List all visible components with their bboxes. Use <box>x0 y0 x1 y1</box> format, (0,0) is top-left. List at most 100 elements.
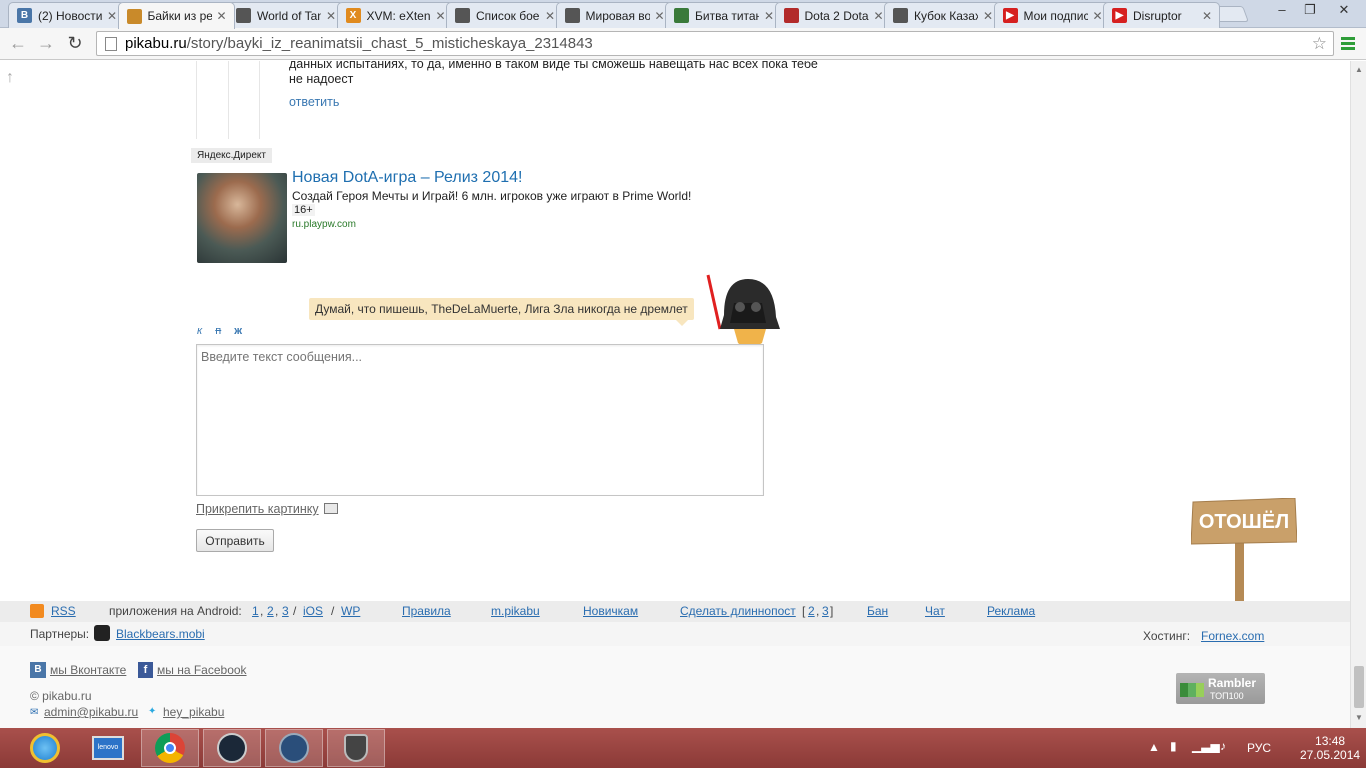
close-tab-icon[interactable]: ✕ <box>325 9 337 23</box>
mobile-link[interactable]: m.pikabu <box>491 604 540 618</box>
android-3-link[interactable]: 3 <box>282 604 289 618</box>
close-tab-icon[interactable]: ✕ <box>216 9 228 23</box>
rambler-top-text: ТОП100 <box>1210 691 1244 701</box>
ad-image[interactable] <box>197 173 287 263</box>
chrome-menu-icon[interactable] <box>1341 37 1355 52</box>
address-bar[interactable]: pikabu.ru/story/bayki_iz_reanimatsii_cha… <box>96 31 1334 56</box>
minimize-button[interactable]: – <box>1268 2 1296 17</box>
facebook-link[interactable]: мы на Facebook <box>157 663 247 677</box>
close-tab-icon[interactable]: ✕ <box>544 9 556 23</box>
back-arrow-icon[interactable]: ← <box>6 32 30 54</box>
close-tab-icon[interactable]: ✕ <box>1201 9 1213 23</box>
scroll-up-arrow-icon[interactable]: ▲ <box>1355 65 1363 74</box>
close-tab-icon[interactable]: ✕ <box>982 9 994 23</box>
newbies-link[interactable]: Новичкам <box>583 604 638 618</box>
android-1-link[interactable]: 1 <box>252 604 259 618</box>
browser-tab[interactable]: Кубок Казахстана ✕ <box>884 2 1001 28</box>
italic-button[interactable]: к <box>197 325 202 337</box>
separator-1: / <box>293 604 297 618</box>
strike-button[interactable]: п <box>215 325 221 337</box>
internet-explorer-icon[interactable] <box>16 729 74 767</box>
close-tab-icon[interactable]: ✕ <box>435 9 447 23</box>
browser-tab[interactable]: Dota 2 Dota ✕ <box>774 2 892 28</box>
vertical-scrollbar[interactable]: ▲ ▼ <box>1350 61 1366 728</box>
lenovo-icon[interactable]: lenovo <box>79 729 137 767</box>
longpost-3-link[interactable]: 3 <box>822 604 829 618</box>
ad-domain-link[interactable]: ru.playpw.com <box>292 219 356 230</box>
browser-tab[interactable]: World of Tanks ✕ <box>227 2 344 28</box>
close-tab-icon[interactable]: ✕ <box>1092 9 1104 23</box>
teamspeak-icon[interactable] <box>265 729 323 767</box>
forward-arrow-icon[interactable]: → <box>34 32 58 54</box>
ad-title-link[interactable]: Новая DotA-игра – Релиз 2014! <box>292 169 522 187</box>
clock-time: 13:48 <box>1315 734 1346 748</box>
vk-icon[interactable]: В <box>30 662 46 678</box>
page-icon <box>105 36 117 51</box>
chat-link[interactable]: Чат <box>925 604 945 618</box>
scroll-thumb[interactable] <box>1354 666 1364 708</box>
twitter-link[interactable]: hey_pikabu <box>163 705 224 719</box>
close-window-button[interactable]: ✕ <box>1330 2 1358 18</box>
reply-link[interactable]: ответить <box>289 95 339 109</box>
rambler-top100-badge[interactable]: Rambler ТОП100 <box>1176 673 1265 704</box>
facebook-icon[interactable]: f <box>138 662 153 678</box>
hosting-label: Хостинг: <box>1143 629 1191 643</box>
partner-link[interactable]: Blackbears.mobi <box>116 627 205 641</box>
close-tab-icon[interactable]: ✕ <box>873 9 885 23</box>
wot-icon <box>236 8 251 23</box>
close-tab-icon[interactable]: ✕ <box>106 9 118 23</box>
vk-link[interactable]: мы Вконтакте <box>50 663 126 677</box>
system-clock[interactable]: 13:48 27.05.2014 <box>1300 734 1360 762</box>
bold-button[interactable]: ж <box>234 325 242 337</box>
browser-tab[interactable]: В (2) Новости ✕ <box>8 2 125 28</box>
battery-icon[interactable]: ▮ <box>1170 739 1177 768</box>
browser-tab[interactable]: ▶ Disruptor ✕ <box>1103 2 1220 28</box>
bookmark-star-icon[interactable]: ☆ <box>1312 34 1327 54</box>
tab-title: Мои подписки <box>1023 8 1088 23</box>
rss-link[interactable]: RSS <box>51 604 76 618</box>
ad-age-badge: 16+ <box>292 204 315 216</box>
partners-label: Партнеры: <box>30 627 90 641</box>
restore-button[interactable]: ❐ <box>1296 2 1324 18</box>
bracket-close: ] <box>830 604 834 618</box>
dota-icon <box>783 8 799 23</box>
browser-tab[interactable]: X XVM: eXtended ✕ <box>336 2 454 28</box>
ban-link[interactable]: Бан <box>867 604 888 618</box>
xvm-icon: X <box>345 8 361 23</box>
tray-expand-icon[interactable]: ▲ <box>1148 740 1160 768</box>
signal-icon[interactable]: ▁▃▅ <box>1192 739 1220 768</box>
email-link[interactable]: admin@pikabu.ru <box>44 705 138 719</box>
steam-icon[interactable] <box>203 729 261 767</box>
close-tab-icon[interactable]: ✕ <box>654 9 666 23</box>
browser-tab[interactable]: Мировая война ✕ <box>555 2 673 28</box>
comma-1: , <box>260 604 264 618</box>
url-text[interactable]: pikabu.ru/story/bayki_iz_reanimatsii_cha… <box>125 35 593 52</box>
browser-tab[interactable]: ▶ Мои подписки ✕ <box>993 2 1111 28</box>
browser-tab[interactable]: Байки из реанимации ✕ <box>117 2 235 29</box>
chrome-icon[interactable] <box>141 729 199 767</box>
browser-tab[interactable]: Битва титанов ✕ <box>665 2 782 28</box>
wot-icon <box>455 8 470 23</box>
ios-link[interactable]: iOS <box>303 604 323 618</box>
scroll-to-top-icon[interactable]: ↑ <box>6 69 14 87</box>
reload-icon[interactable]: ↻ <box>63 32 87 54</box>
android-2-link[interactable]: 2 <box>267 604 274 618</box>
close-tab-icon[interactable]: ✕ <box>763 9 775 23</box>
volume-icon[interactable]: ♪ <box>1220 739 1226 768</box>
ads-link[interactable]: Реклама <box>987 604 1035 618</box>
scroll-down-arrow-icon[interactable]: ▼ <box>1355 713 1363 722</box>
image-icon[interactable] <box>324 503 338 514</box>
hosting-link[interactable]: Fornex.com <box>1201 629 1264 643</box>
away-sign-icon[interactable]: ОТОШЁЛ <box>1191 498 1297 603</box>
rss-icon[interactable] <box>30 604 44 618</box>
browser-tab[interactable]: Список боев ✕ <box>446 2 563 28</box>
comment-textarea[interactable] <box>196 344 764 496</box>
longpost-link[interactable]: Сделать длиннопост <box>680 604 796 618</box>
language-indicator[interactable]: РУС <box>1247 741 1271 768</box>
world-of-tanks-icon[interactable] <box>327 729 385 767</box>
longpost-2-link[interactable]: 2 <box>808 604 815 618</box>
send-button[interactable]: Отправить <box>196 529 274 552</box>
rules-link[interactable]: Правила <box>402 604 451 618</box>
attach-image-link[interactable]: Прикрепить картинку <box>196 502 319 516</box>
wp-link[interactable]: WP <box>341 604 360 618</box>
